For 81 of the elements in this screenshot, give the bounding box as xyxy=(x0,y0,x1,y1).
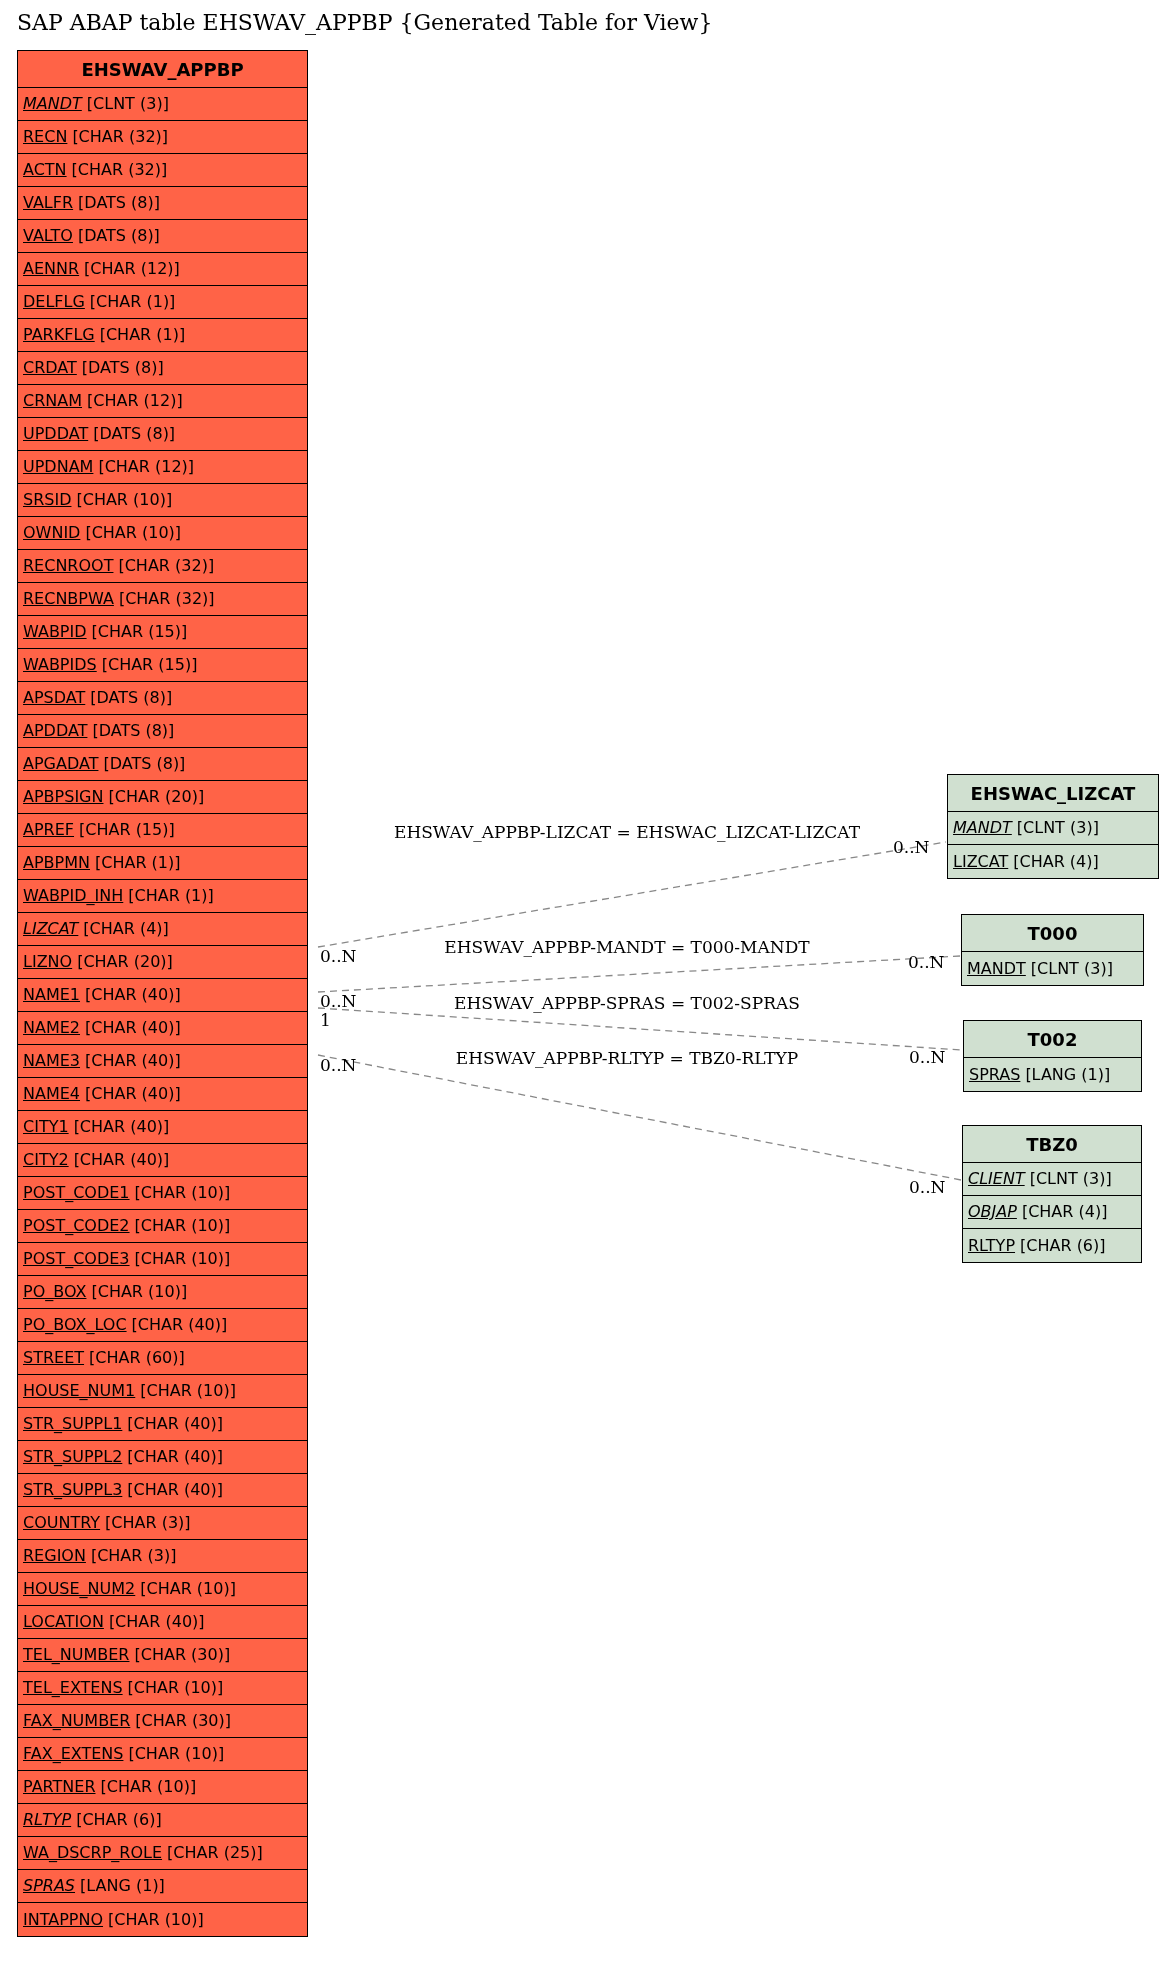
field-row: RECN [CHAR (32)] xyxy=(18,121,307,154)
table-header: TBZ0 xyxy=(963,1126,1141,1163)
field-row: CRDAT [DATS (8)] xyxy=(18,352,307,385)
field-row: RECNBPWA [CHAR (32)] xyxy=(18,583,307,616)
field-row: STREET [CHAR (60)] xyxy=(18,1342,307,1375)
field-row: MANDT [CLNT (3)] xyxy=(948,812,1158,845)
field-row: TEL_NUMBER [CHAR (30)] xyxy=(18,1639,307,1672)
relation-label: EHSWAV_APPBP-LIZCAT = EHSWAC_LIZCAT-LIZCAT xyxy=(394,823,860,841)
field-row: WA_DSCRP_ROLE [CHAR (25)] xyxy=(18,1837,307,1870)
field-row: LOCATION [CHAR (40)] xyxy=(18,1606,307,1639)
field-row: CLIENT [CLNT (3)] xyxy=(963,1163,1141,1196)
field-row: CITY1 [CHAR (40)] xyxy=(18,1111,307,1144)
field-row: NAME3 [CHAR (40)] xyxy=(18,1045,307,1078)
relation-label: EHSWAV_APPBP-SPRAS = T002-SPRAS xyxy=(454,994,800,1012)
field-row: REGION [CHAR (3)] xyxy=(18,1540,307,1573)
field-row: AENNR [CHAR (12)] xyxy=(18,253,307,286)
field-row: COUNTRY [CHAR (3)] xyxy=(18,1507,307,1540)
field-row: WABPID [CHAR (15)] xyxy=(18,616,307,649)
field-row: POST_CODE3 [CHAR (10)] xyxy=(18,1243,307,1276)
field-row: MANDT [CLNT (3)] xyxy=(962,952,1143,985)
field-row: INTAPPNO [CHAR (10)] xyxy=(18,1903,307,1936)
field-row: OBJAP [CHAR (4)] xyxy=(963,1196,1141,1229)
field-row: SPRAS [LANG (1)] xyxy=(18,1870,307,1903)
cardinality-label: 0..N xyxy=(893,838,930,856)
field-row: WABPID_INH [CHAR (1)] xyxy=(18,880,307,913)
field-row: RLTYP [CHAR (6)] xyxy=(18,1804,307,1837)
field-row: HOUSE_NUM2 [CHAR (10)] xyxy=(18,1573,307,1606)
field-row: PARKFLG [CHAR (1)] xyxy=(18,319,307,352)
cardinality-label: 0..N xyxy=(320,1056,357,1074)
field-row: NAME4 [CHAR (40)] xyxy=(18,1078,307,1111)
field-row: OWNID [CHAR (10)] xyxy=(18,517,307,550)
field-row: STR_SUPPL3 [CHAR (40)] xyxy=(18,1474,307,1507)
cardinality-label: 1 xyxy=(320,1011,331,1029)
field-row: STR_SUPPL1 [CHAR (40)] xyxy=(18,1408,307,1441)
table-header: EHSWAC_LIZCAT xyxy=(948,775,1158,812)
diagram-title: SAP ABAP table EHSWAV_APPBP {Generated Table for View} xyxy=(17,9,713,37)
field-row: SRSID [CHAR (10)] xyxy=(18,484,307,517)
field-row: APSDAT [DATS (8)] xyxy=(18,682,307,715)
field-row: APREF [CHAR (15)] xyxy=(18,814,307,847)
field-row: STR_SUPPL2 [CHAR (40)] xyxy=(18,1441,307,1474)
field-row: APBPSIGN [CHAR (20)] xyxy=(18,781,307,814)
table-header: EHSWAV_APPBP xyxy=(18,51,307,88)
cardinality-label: 0..N xyxy=(908,953,945,971)
cardinality-label: 0..N xyxy=(909,1048,946,1066)
field-row: ACTN [CHAR (32)] xyxy=(18,154,307,187)
field-row: POST_CODE2 [CHAR (10)] xyxy=(18,1210,307,1243)
table-header: T000 xyxy=(962,915,1143,952)
field-row: CITY2 [CHAR (40)] xyxy=(18,1144,307,1177)
field-row: DELFLG [CHAR (1)] xyxy=(18,286,307,319)
table-header: T002 xyxy=(964,1021,1141,1058)
relation-label: EHSWAV_APPBP-MANDT = T000-MANDT xyxy=(444,938,810,956)
field-row: MANDT [CLNT (3)] xyxy=(18,88,307,121)
field-row: POST_CODE1 [CHAR (10)] xyxy=(18,1177,307,1210)
field-row: RLTYP [CHAR (6)] xyxy=(963,1229,1141,1262)
field-row: NAME2 [CHAR (40)] xyxy=(18,1012,307,1045)
field-row: UPDDAT [DATS (8)] xyxy=(18,418,307,451)
field-row: VALFR [DATS (8)] xyxy=(18,187,307,220)
cardinality-label: 0..N xyxy=(320,947,357,965)
field-row: TEL_EXTENS [CHAR (10)] xyxy=(18,1672,307,1705)
field-row: CRNAM [CHAR (12)] xyxy=(18,385,307,418)
field-row: RECNROOT [CHAR (32)] xyxy=(18,550,307,583)
field-row: LIZCAT [CHAR (4)] xyxy=(948,845,1158,878)
field-row: FAX_NUMBER [CHAR (30)] xyxy=(18,1705,307,1738)
cardinality-label: 0..N xyxy=(320,992,357,1010)
field-row: HOUSE_NUM1 [CHAR (10)] xyxy=(18,1375,307,1408)
relation-label: EHSWAV_APPBP-RLTYP = TBZ0-RLTYP xyxy=(455,1049,799,1067)
field-row: UPDNAM [CHAR (12)] xyxy=(18,451,307,484)
field-row: PARTNER [CHAR (10)] xyxy=(18,1771,307,1804)
field-row: LIZNO [CHAR (20)] xyxy=(18,946,307,979)
field-row: SPRAS [LANG (1)] xyxy=(964,1058,1141,1091)
field-row: PO_BOX [CHAR (10)] xyxy=(18,1276,307,1309)
field-row: WABPIDS [CHAR (15)] xyxy=(18,649,307,682)
field-row: VALTO [DATS (8)] xyxy=(18,220,307,253)
field-row: FAX_EXTENS [CHAR (10)] xyxy=(18,1738,307,1771)
field-row: APGADAT [DATS (8)] xyxy=(18,748,307,781)
cardinality-label: 0..N xyxy=(909,1178,946,1196)
field-row: LIZCAT [CHAR (4)] xyxy=(18,913,307,946)
field-row: APDDAT [DATS (8)] xyxy=(18,715,307,748)
field-row: PO_BOX_LOC [CHAR (40)] xyxy=(18,1309,307,1342)
field-row: NAME1 [CHAR (40)] xyxy=(18,979,307,1012)
field-row: APBPMN [CHAR (1)] xyxy=(18,847,307,880)
